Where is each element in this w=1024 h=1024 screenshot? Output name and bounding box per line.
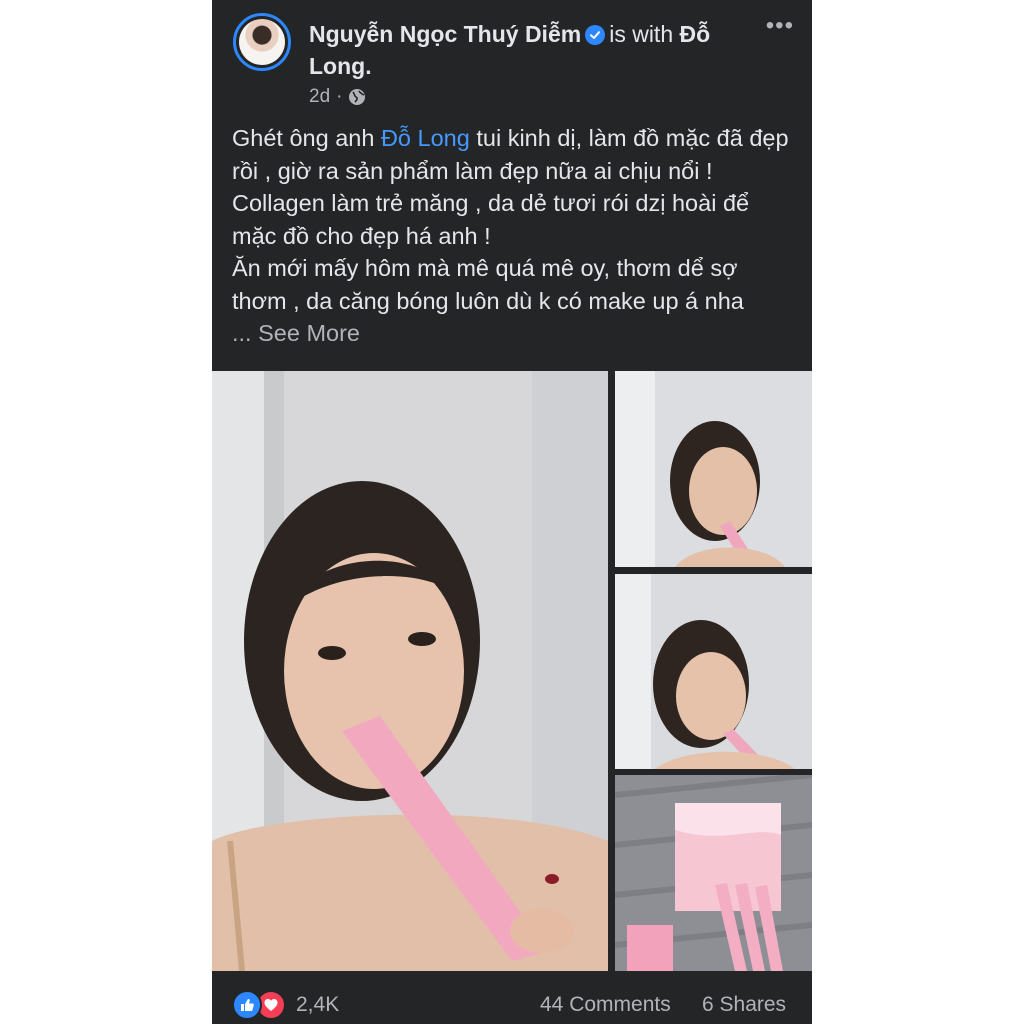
see-more-link[interactable]: ... See More — [232, 320, 360, 346]
comments-count-link[interactable]: 44 Comments — [540, 993, 671, 1017]
post-photo-main[interactable] — [212, 371, 608, 971]
meta-separator: · — [336, 86, 343, 107]
avatar-image — [239, 19, 285, 65]
post-time[interactable]: 2d — [309, 86, 330, 108]
shares-count-link[interactable]: 6 Shares — [702, 993, 786, 1017]
reaction-count: 2,4K — [296, 993, 340, 1016]
post-photo-2[interactable] — [615, 371, 812, 567]
post-body: Ghét ông anh Đỗ Long tui kinh dị, làm đồ… — [232, 122, 797, 350]
post-paragraph-1: Ghét ông anh Đỗ Long tui kinh dị, làm đồ… — [232, 122, 797, 252]
post-text-start: Ghét ông anh — [232, 125, 381, 151]
mention-link[interactable]: Đỗ Long — [381, 125, 470, 151]
author-name[interactable]: Nguyễn Ngọc Thuý Diễm — [309, 21, 581, 47]
post-author-line: Nguyễn Ngọc Thuý Diễm is with Đỗ Long. — [309, 18, 749, 82]
author-avatar[interactable] — [233, 13, 291, 71]
facebook-post: Nguyễn Ngọc Thuý Diễm is with Đỗ Long. ••… — [212, 0, 812, 1024]
post-photo-4[interactable] — [615, 775, 812, 971]
globe-icon — [348, 88, 366, 106]
verified-badge-icon — [585, 25, 606, 45]
post-footer: 2,4K 44 Comments 6 Shares — [212, 976, 812, 1024]
post-paragraph-2: Ăn mới mấy hôm mà mê quá mê oy, thơm dể … — [232, 255, 744, 314]
like-reaction-icon — [232, 990, 262, 1020]
more-horizontal-icon[interactable]: ••• — [766, 14, 794, 38]
with-text: is with — [609, 21, 674, 47]
post-meta: 2d · — [309, 86, 366, 108]
reactions-summary[interactable]: 2,4K — [232, 990, 339, 1020]
post-photo-3[interactable] — [615, 574, 812, 769]
